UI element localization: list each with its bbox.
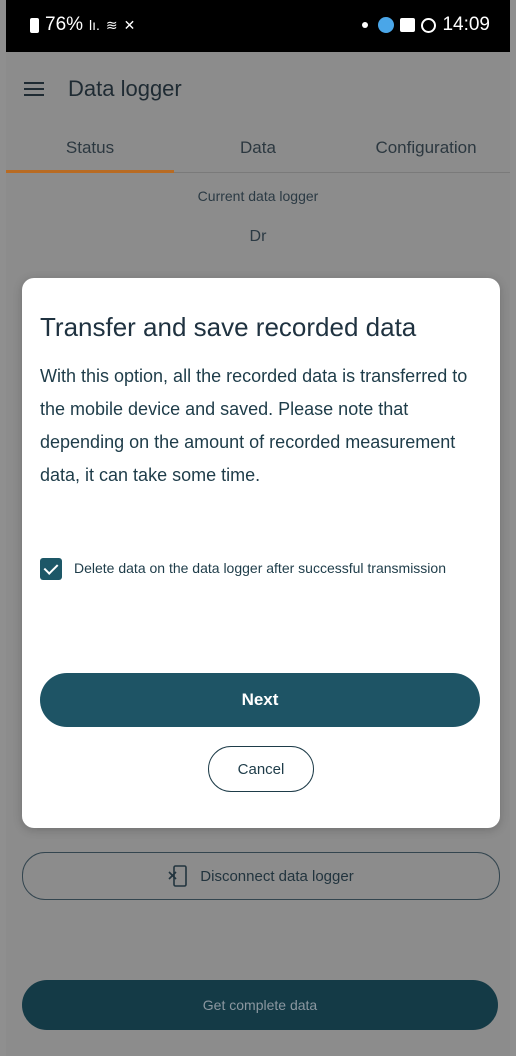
browser-icon bbox=[378, 17, 395, 33]
signal-icon: lı. bbox=[89, 17, 100, 33]
battery-level: 76% bbox=[45, 14, 84, 35]
tab-configuration[interactable]: Configuration bbox=[342, 128, 510, 172]
dialog-body: With this option, all the recorded data … bbox=[40, 366, 468, 485]
emoji-icon bbox=[421, 17, 437, 33]
tab-status[interactable]: Status bbox=[6, 128, 174, 173]
clock: 14:09 bbox=[442, 14, 490, 35]
get-complete-data-button[interactable]: Get complete data bbox=[22, 980, 498, 1030]
disconnect-icon bbox=[168, 865, 188, 887]
mute-icon: ✕ bbox=[123, 16, 136, 33]
delete-data-label[interactable]: Delete data on the data logger after suc… bbox=[74, 557, 454, 579]
disconnect-button[interactable]: Disconnect data logger bbox=[22, 852, 500, 900]
wifi-icon: ≋ bbox=[105, 16, 118, 33]
cancel-button[interactable]: Cancel bbox=[208, 746, 314, 792]
battery-icon bbox=[30, 17, 39, 33]
notification-dot-icon bbox=[362, 22, 369, 28]
app-bar: Data logger bbox=[6, 52, 510, 124]
tab-bar: Status Data Configuration bbox=[6, 128, 510, 173]
app-screen: 76% lı. ≋ ✕ 14:09 Data logger Status Dat… bbox=[6, 0, 510, 1056]
status-bar: 76% lı. ≋ ✕ 14:09 bbox=[6, 0, 510, 52]
delete-data-checkbox[interactable] bbox=[40, 558, 62, 580]
next-button[interactable]: Next bbox=[40, 673, 480, 727]
page-title: Data logger bbox=[68, 76, 182, 101]
current-logger-label: Current data logger bbox=[197, 188, 319, 204]
gallery-icon bbox=[400, 18, 416, 32]
status-bar-left: 76% lı. ≋ ✕ bbox=[30, 14, 135, 36]
status-bar-right: 14:09 bbox=[362, 14, 490, 36]
dialog-title: Transfer and save recorded data bbox=[40, 312, 417, 342]
transfer-dialog: Transfer and save recorded data With thi… bbox=[22, 278, 500, 828]
disconnect-label: Disconnect data logger bbox=[200, 867, 354, 885]
tab-data[interactable]: Data bbox=[174, 128, 342, 172]
current-logger-value: Dr bbox=[249, 228, 267, 245]
menu-icon[interactable] bbox=[24, 82, 44, 96]
